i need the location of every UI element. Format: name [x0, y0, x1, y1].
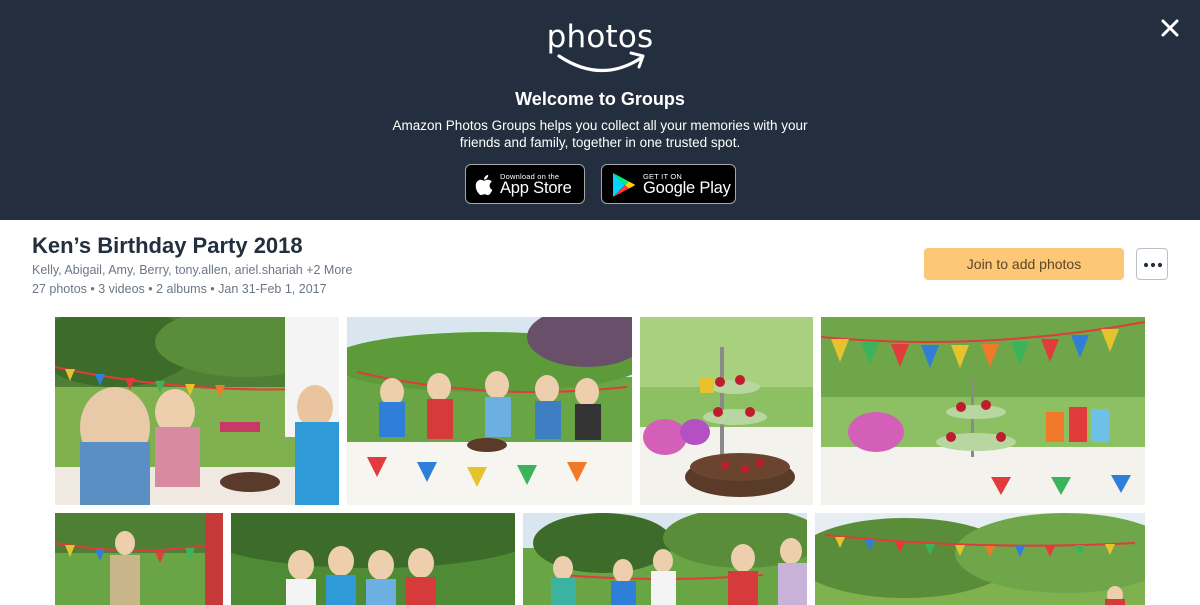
- photo-children-running[interactable]: [523, 513, 807, 605]
- group-members[interactable]: Kelly, Abigail, Amy, Berry, tony.allen, …: [32, 263, 352, 277]
- photo-sack-race[interactable]: [55, 513, 223, 605]
- amazon-smile-icon: [557, 51, 645, 73]
- photo-party-table-bunting[interactable]: [821, 317, 1145, 505]
- photo-children-blowing-candles[interactable]: [55, 317, 339, 505]
- banner-description: Amazon Photos Groups helps you collect a…: [392, 118, 808, 150]
- join-to-add-photos-button[interactable]: Join to add photos: [924, 248, 1124, 280]
- google-play-icon: [613, 173, 635, 197]
- photo-children-group[interactable]: [231, 513, 515, 605]
- app-store-button[interactable]: Download on the App Store: [465, 164, 585, 204]
- more-options-icon: [1143, 262, 1163, 268]
- banner-title: Welcome to Groups: [515, 89, 685, 109]
- photo-cake-stand-table[interactable]: [640, 317, 813, 505]
- welcome-banner: photos Welcome to Groups Amazon Photos G…: [0, 0, 1200, 220]
- photo-children-blowing-party-horns[interactable]: [347, 317, 632, 505]
- google-play-button[interactable]: GET IT ON Google Play: [601, 164, 736, 204]
- photo-garden-bunting[interactable]: [815, 513, 1145, 605]
- apple-icon: [475, 174, 493, 196]
- group-title: Ken’s Birthday Party 2018: [32, 233, 303, 258]
- more-options-button[interactable]: [1136, 248, 1168, 280]
- google-play-label: Google Play: [643, 179, 731, 197]
- group-meta: 27 photos • 3 videos • 2 albums • Jan 31…: [32, 282, 327, 296]
- app-store-label: App Store: [500, 179, 572, 197]
